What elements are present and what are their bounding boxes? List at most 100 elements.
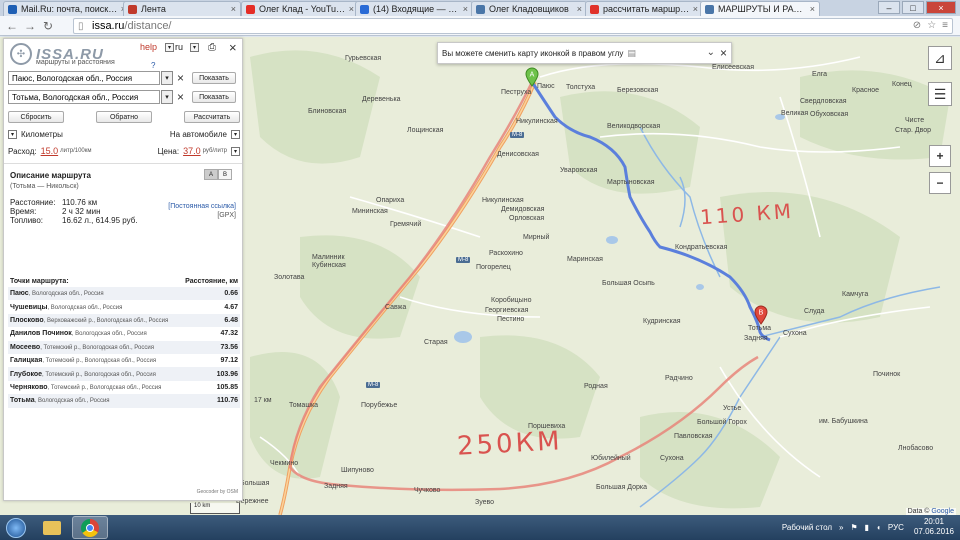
clock[interactable]: 20:01 07.06.2016 [914, 517, 954, 537]
gpx-link[interactable]: [GPX] [154, 211, 236, 220]
place-label: Починок [873, 371, 901, 378]
close-tab-icon[interactable]: × [810, 4, 815, 14]
menu-icon[interactable]: ≡ [942, 20, 948, 31]
layers-icon: ▤ [627, 47, 636, 58]
place-label: Большая Осыпь [602, 280, 655, 287]
zoom-out-button[interactable]: − [929, 172, 951, 194]
to-dropdown[interactable]: ▾ [161, 90, 173, 104]
time-value: 2 ч 32 мин [62, 207, 101, 216]
close-tab-icon[interactable]: × [231, 4, 236, 14]
point-region: , Тотемский р., Вологодская обл., Россия [40, 344, 154, 351]
minimize-button[interactable]: – [878, 1, 900, 14]
place-label: Родная [584, 383, 608, 390]
route-point-row: Чушевицы, Вологодская обл., Россия 4.67 [8, 300, 240, 313]
route-point-row: Глубокое, Тотемский р., Вологодская обл.… [8, 367, 240, 381]
close-tab-icon[interactable]: × [463, 4, 468, 14]
reset-button[interactable]: Сбросить [8, 111, 64, 123]
point-distance: 97.12 [220, 357, 238, 365]
chevron-down-icon[interactable]: ⌄ [707, 47, 715, 58]
close-icon[interactable]: × [720, 46, 727, 60]
issa-icon [705, 4, 714, 14]
tab-youtube[interactable]: Олег Клад - YouTube × [241, 1, 359, 16]
forward-icon[interactable]: → [22, 18, 38, 34]
start-button[interactable] [0, 515, 32, 540]
zoom-in-button[interactable]: + [929, 145, 951, 167]
printer-icon[interactable]: ⎙ [208, 42, 216, 53]
tab-b[interactable]: B [218, 169, 232, 180]
price-value[interactable]: 37.0 [183, 146, 201, 156]
tray-arrows-icon[interactable]: » [839, 523, 843, 532]
units-dropdown[interactable]: ▾ [8, 129, 17, 139]
from-input[interactable] [8, 71, 160, 85]
google-link[interactable]: Google [931, 508, 954, 515]
place-label: Радчино [665, 375, 693, 382]
clear-to-icon[interactable]: × [177, 90, 187, 104]
maximize-button[interactable]: □ [902, 1, 924, 14]
star-icon[interactable]: ☆ [927, 20, 936, 31]
from-dropdown[interactable]: ▾ [161, 71, 173, 85]
place-label: Задняя [744, 335, 768, 342]
place-label: Никулинская [482, 197, 524, 204]
measure-tool-button[interactable]: ⊿ [928, 46, 952, 70]
reverse-button[interactable]: Обратно [96, 111, 152, 123]
language-indicator[interactable]: РУС [888, 523, 904, 532]
tab-yandex[interactable]: рассчитать маршрут — Я× [585, 1, 703, 16]
mode-dropdown[interactable]: ▾ [231, 129, 240, 139]
point-name: Плосково [10, 316, 44, 324]
place-label: Мартыновская [607, 179, 655, 186]
tab-inbox[interactable]: (14) Входящие — olegklad× [355, 1, 473, 16]
place-label: Опарихa [376, 197, 405, 204]
volume-icon[interactable]: ◖ [876, 523, 881, 532]
show-to-button[interactable]: Показать [192, 91, 236, 103]
route-pair: (Тотьма — Никольск) [10, 183, 79, 190]
language-select[interactable]: ru [175, 42, 183, 52]
network-icon[interactable]: ▮ [865, 523, 869, 532]
road-number-badge: М-8 [366, 382, 381, 388]
tab-mailru[interactable]: Mail.Ru: почта, поиск в и× [3, 1, 131, 16]
taskbar-explorer[interactable] [34, 516, 70, 539]
panel-close-icon[interactable]: × [229, 40, 237, 55]
site-logo[interactable]: ✣ ISSA.RU маршруты и расстояния [10, 43, 115, 66]
marker-b-label: B [759, 310, 764, 317]
clear-from-icon[interactable]: × [177, 71, 187, 85]
tab-a[interactable]: A [204, 169, 218, 180]
tab-lenta[interactable]: Лента × [123, 1, 241, 16]
map-layers-button[interactable]: ☰ [928, 82, 952, 106]
point-name: Мосеево [10, 343, 41, 351]
tab-vk[interactable]: Олег Кладовщиков × [471, 1, 587, 16]
point-region: , Вологодская обл., Россия [71, 331, 147, 338]
place-label: Никулинская [516, 118, 558, 125]
help-dropdown[interactable]: ▾ [165, 43, 174, 52]
flag-icon[interactable]: ⚑ [851, 523, 858, 532]
to-input[interactable] [8, 90, 160, 104]
help-question[interactable]: ? [151, 61, 155, 70]
calculate-button[interactable]: Рассчитать [184, 111, 240, 123]
place-label: Раскохино [489, 250, 523, 257]
place-label: Малинник [312, 254, 345, 261]
block-icon[interactable]: ⊘ [913, 20, 921, 31]
close-tab-icon[interactable]: × [349, 4, 354, 14]
back-icon[interactable]: ← [4, 18, 20, 34]
address-bar[interactable]: ▯ issa.ru/distance/ ⊘ ☆ ≡ [73, 18, 953, 34]
desktop-label[interactable]: Рабочий стол [782, 523, 832, 532]
show-from-button[interactable]: Показать [192, 72, 236, 84]
window-close-button[interactable]: × [926, 1, 956, 14]
close-tab-icon[interactable]: × [577, 4, 582, 14]
place-label: Мининская [352, 208, 388, 215]
taskbar-chrome[interactable] [72, 516, 108, 539]
tab-issa[interactable]: МАРШРУТЫ И РАССТОЯ× [700, 1, 820, 16]
point-region: , Тотемский р., Вологодская обл., Россия [42, 371, 156, 378]
close-tab-icon[interactable]: × [693, 4, 698, 14]
place-label: Старая [424, 339, 448, 346]
consumption-value[interactable]: 15.0 [41, 146, 59, 156]
language-dropdown[interactable]: ▾ [190, 43, 199, 52]
permalink[interactable]: [Постоянная ссылка] [154, 202, 236, 211]
route-start-marker[interactable]: A [525, 67, 539, 87]
point-name: Чушевицы [10, 303, 48, 311]
fuel-dropdown[interactable]: ▾ [231, 146, 240, 156]
route-end-marker[interactable]: B [754, 305, 768, 325]
place-label: Лощинская [407, 127, 444, 134]
reload-icon[interactable]: ↻ [40, 18, 56, 34]
help-link[interactable]: help [140, 42, 157, 52]
place-label: Демидовская [501, 206, 545, 213]
